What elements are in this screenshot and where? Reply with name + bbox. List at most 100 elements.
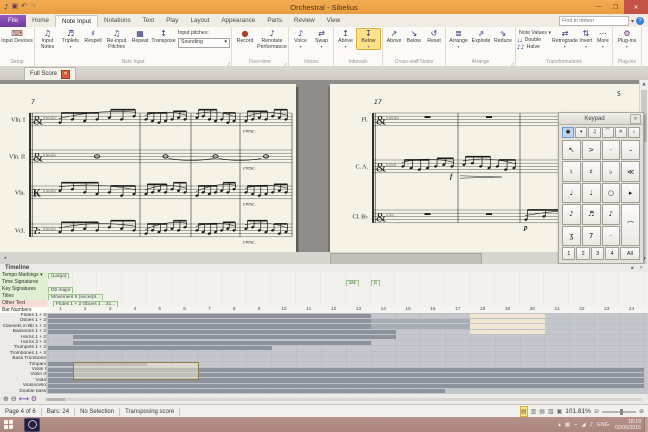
timeline-body[interactable]: Flutes 1 + 2 Oboes 1 + 2 Clarinets in Bb 1…	[0, 313, 648, 394]
zoom-out-icon[interactable]: ⊖	[594, 407, 599, 416]
tab-layout[interactable]: Layout	[184, 15, 215, 27]
maximize-button[interactable]: ❐	[607, 0, 624, 14]
score-horizontal-scrollbar[interactable]: ◂ ▸	[0, 252, 640, 264]
keypad-button-r1c1[interactable]: ↖	[562, 140, 581, 161]
view-mode-icon-2[interactable]: ▥	[531, 407, 537, 416]
status-no-selection[interactable]: No Selection	[75, 409, 119, 415]
keypad-button-r5c2[interactable]: 7	[581, 225, 601, 246]
keypad-button-r2c1[interactable]: ♮	[562, 161, 581, 182]
keypad-button-r3c3[interactable]: ○	[601, 182, 621, 204]
re-input-pitches-button[interactable]: ♫ Re-input Pitches	[104, 28, 129, 50]
keypad-voice-all[interactable]: All	[619, 247, 640, 260]
score-area[interactable]: Vln. I & ♭♭♭♭♭ cresc. Vln. II & ♭♭♭♭♭ cresc. Vla…	[0, 80, 648, 264]
voice-button[interactable]: ♪ Voice ▾	[290, 28, 311, 49]
timeline-settings-gear-icon[interactable]: ⚙	[31, 395, 37, 404]
minimize-button[interactable]: —	[590, 0, 607, 14]
clock[interactable]: 18:19 02/06/2015	[615, 419, 641, 431]
tab-review[interactable]: Review	[288, 15, 321, 27]
keypad-voice-1[interactable]: 1	[562, 247, 576, 260]
keypad-button-r1c2[interactable]: >	[581, 140, 601, 161]
tab-file[interactable]: File	[0, 15, 27, 27]
language-indicator[interactable]: ENG	[597, 421, 609, 429]
keypad-button-r4c2[interactable]: ♬	[581, 204, 601, 225]
tray-icon-4[interactable]: ◢	[581, 421, 585, 429]
keypad-voice-4[interactable]: 4	[605, 247, 619, 260]
invert-button[interactable]: ⇅ Invert ▾	[577, 28, 595, 49]
keypad-button-r3c2[interactable]: ♩	[581, 182, 601, 204]
show-desktop-button[interactable]	[644, 417, 648, 432]
keypad-button-r4c1[interactable]: ♪	[562, 204, 581, 225]
close-button[interactable]: ✕	[624, 0, 648, 14]
repeat-button[interactable]: ▦ Repeat	[129, 28, 151, 45]
view-mode-icon-3[interactable]: ▤	[539, 407, 545, 416]
keypad-button-r3c4[interactable]: ▸	[621, 182, 640, 204]
renotate-performance-button[interactable]: ♪ Renotate Performance	[257, 28, 287, 50]
more-button[interactable]: ⋯ More ▾	[595, 28, 611, 49]
tab-view[interactable]: View	[321, 15, 347, 27]
keypad-voice-3[interactable]: 3	[590, 247, 605, 260]
respell-button[interactable]: ♯ Respell	[82, 28, 104, 45]
keypad-tab-1[interactable]: ●	[562, 127, 575, 138]
find-in-ribbon-input[interactable]	[558, 16, 629, 26]
above-button[interactable]: ↥ Above ▾	[335, 28, 356, 49]
tab-appearance[interactable]: Appearance	[215, 15, 261, 27]
keypad-button-r1c3[interactable]: ·	[601, 140, 621, 161]
tab-text[interactable]: Text	[137, 15, 161, 27]
status-transposing-score[interactable]: Transposing score	[120, 409, 179, 415]
scroll-left-icon[interactable]: ◂	[0, 252, 10, 264]
timeline-pin-icon[interactable]: ▪ ✕	[631, 266, 645, 271]
tray-icon-3[interactable]: ⌁	[574, 421, 577, 429]
below-button[interactable]: ↧ Below ▾	[356, 28, 381, 50]
keypad-tab-4[interactable]: ⌒	[601, 127, 614, 138]
tab-home[interactable]: Home	[26, 15, 55, 27]
explode-button[interactable]: ⇗ Explode	[470, 28, 492, 45]
input-devices-button[interactable]: ⌨ Input Devices	[1, 28, 33, 45]
keypad-button-r4c3[interactable]: ♪	[601, 204, 621, 225]
help-icon[interactable]: ?	[636, 17, 644, 25]
record-button[interactable]: ● Record	[233, 28, 257, 45]
triplets-button[interactable]: ♬ Triplets ▾	[59, 28, 82, 49]
below-button[interactable]: ↘ Below	[404, 28, 424, 45]
timeline-view-rectangle[interactable]	[72, 361, 199, 380]
tab-full-score[interactable]: Full Score ✕	[24, 67, 77, 80]
timeline-zoom-in-icon[interactable]: ⊕	[3, 395, 9, 404]
tab-parts[interactable]: Parts	[261, 15, 288, 27]
keypad-voice-2[interactable]: 2	[576, 247, 590, 260]
keypad-button-r2c2[interactable]: ♯	[581, 161, 601, 182]
zoom-slider[interactable]	[601, 408, 636, 415]
scrollbar-thumb[interactable]	[330, 253, 482, 264]
filter-icon[interactable]: ▾	[631, 18, 634, 25]
view-mode-icon-4[interactable]: ▥	[548, 407, 554, 416]
tab-notations[interactable]: Notations	[98, 15, 137, 27]
keypad-button-r5c3[interactable]: ·	[601, 225, 621, 246]
arrange-button[interactable]: ≣ Arrange ▾	[447, 28, 470, 49]
keypad-close-icon[interactable]: ✕	[630, 113, 641, 124]
keypad-tab-5[interactable]: ✕	[614, 127, 627, 138]
start-button[interactable]	[0, 417, 16, 432]
view-mode-icon-5[interactable]: ▣	[557, 407, 563, 416]
stack-item-note-values[interactable]: Note Values ▾	[517, 30, 551, 37]
close-tab-icon[interactable]: ✕	[61, 69, 71, 79]
reset-button[interactable]: ↺ Reset	[424, 28, 444, 45]
zoom-in-icon[interactable]: ⊕	[639, 407, 644, 416]
status-bars-24[interactable]: Bars: 24	[42, 409, 74, 415]
zoom-slider-thumb[interactable]	[619, 408, 623, 415]
tab-play[interactable]: Play	[160, 15, 184, 27]
keypad-tab-3[interactable]: ♫	[588, 127, 601, 138]
keypad-button-r3c1[interactable]: ♩	[562, 182, 581, 204]
keypad-button-r2c4[interactable]: ≪	[621, 161, 640, 182]
timeline-scrollbar[interactable]	[45, 397, 642, 401]
sibelius-taskbar-icon[interactable]	[24, 417, 40, 432]
input-notes-button[interactable]: ♫ Input Notes	[36, 28, 59, 50]
timeline-fit-width-icon[interactable]: ⟷	[19, 395, 29, 404]
stack-item-double[interactable]: ♩♩ Double	[517, 37, 551, 44]
plug-ins-button[interactable]: ⚙ Plug-ins ▾	[614, 28, 640, 49]
reduce-button[interactable]: ⇘ Reduce	[492, 28, 514, 45]
stack-item-halve[interactable]: ♪♪ Halve	[517, 44, 551, 51]
view-mode-icon-1[interactable]: ▤	[519, 406, 528, 417]
scroll-up-icon[interactable]: ▲	[640, 80, 648, 89]
keypad-tab-2[interactable]: ▾	[575, 127, 588, 138]
timeline-zoom-out-icon[interactable]: ⊖	[11, 395, 17, 404]
above-button[interactable]: ↗ Above	[384, 28, 404, 45]
keypad-tab-6[interactable]: ♭	[627, 127, 641, 138]
